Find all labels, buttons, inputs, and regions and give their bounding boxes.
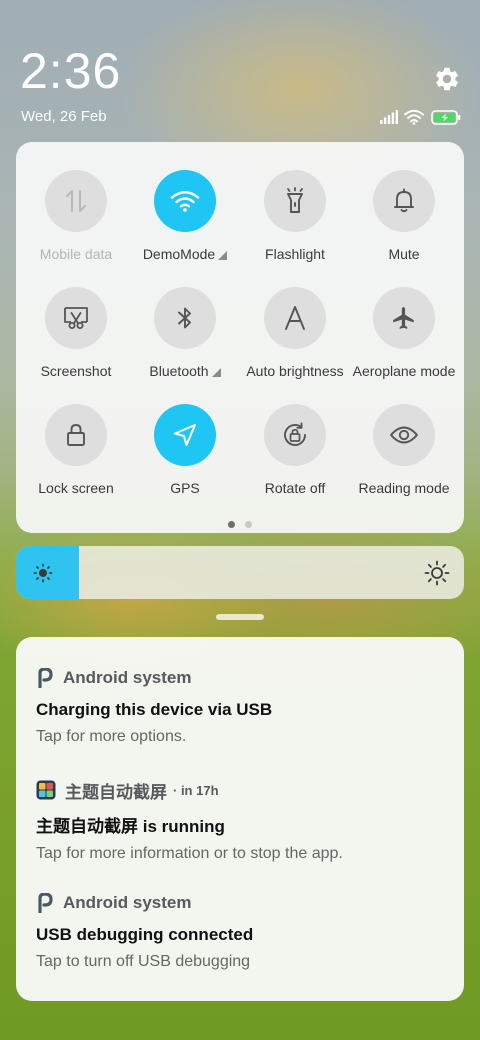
tile-toggle-button[interactable] bbox=[154, 170, 216, 232]
tile-label: Screenshot bbox=[41, 363, 112, 379]
notification-panel: Android system Charging this device via … bbox=[16, 637, 464, 1001]
tile-demomode[interactable]: DemoMode bbox=[129, 170, 241, 270]
tile-rotate-off[interactable]: Rotate off bbox=[239, 404, 351, 504]
tile-toggle-button[interactable] bbox=[45, 287, 107, 349]
signal-icon bbox=[380, 110, 398, 124]
android-system-icon bbox=[38, 893, 53, 913]
clock-date: Wed, 26 Feb bbox=[21, 108, 107, 125]
tile-label: Mute bbox=[388, 246, 419, 262]
clock-time: 2:36 bbox=[20, 43, 122, 99]
rotate-lock-icon bbox=[281, 421, 309, 449]
mobile-data-icon bbox=[65, 188, 87, 214]
tile-label-text: Aeroplane mode bbox=[352, 363, 456, 379]
notification-title: 主题自动截屏 is running bbox=[36, 817, 225, 836]
tile-lock-screen[interactable]: Lock screen bbox=[20, 404, 132, 504]
notification-title: USB debugging connected bbox=[36, 925, 254, 944]
drag-handle[interactable] bbox=[216, 614, 264, 620]
tile-label-text: Mute bbox=[388, 246, 420, 262]
notification-item[interactable]: Android system Charging this device via … bbox=[36, 667, 446, 746]
tile-label-text: Reading mode bbox=[358, 480, 450, 496]
expand-indicator-icon bbox=[218, 250, 228, 260]
tile-label: Flashlight bbox=[265, 246, 325, 262]
page-indicator-dot-1 bbox=[228, 521, 235, 528]
tile-label-text: Lock screen bbox=[38, 480, 114, 496]
tile-aeroplane-mode[interactable]: Aeroplane mode bbox=[348, 287, 460, 387]
bell-icon bbox=[392, 188, 416, 214]
tile-label-text: GPS bbox=[170, 480, 200, 496]
tile-label: DemoMode bbox=[142, 246, 228, 262]
bluetooth-icon bbox=[176, 305, 194, 331]
tile-auto-brightness[interactable]: Auto brightness bbox=[239, 287, 351, 387]
tile-toggle-button[interactable] bbox=[373, 287, 435, 349]
tile-mobile-data[interactable]: Mobile data bbox=[20, 170, 132, 270]
notification-title: Charging this device via USB bbox=[36, 700, 273, 719]
brightness-slider[interactable] bbox=[16, 546, 464, 599]
wifi-status-icon bbox=[404, 109, 424, 125]
notification-app-name: 主题自动截屏 bbox=[65, 782, 167, 802]
tile-label: Auto brightness bbox=[246, 363, 343, 379]
flashlight-icon bbox=[284, 187, 306, 215]
tile-label-text: Screenshot bbox=[40, 363, 112, 379]
theme-screenshot-app-icon bbox=[36, 780, 56, 800]
tile-label-text: Auto brightness bbox=[246, 363, 344, 379]
notification-app-name: Android system bbox=[63, 893, 192, 912]
tile-toggle-button[interactable] bbox=[264, 404, 326, 466]
page-indicator-dot-2 bbox=[245, 521, 252, 528]
tile-toggle-button[interactable] bbox=[264, 170, 326, 232]
battery-charging-icon bbox=[431, 110, 461, 125]
tile-label-text: Mobile data bbox=[39, 246, 113, 262]
lock-icon bbox=[65, 422, 87, 448]
eye-icon bbox=[389, 424, 419, 446]
notification-text: Tap to turn off USB debugging bbox=[36, 953, 251, 970]
android-system-icon bbox=[38, 668, 53, 688]
tile-toggle-button[interactable] bbox=[373, 404, 435, 466]
tile-toggle-button[interactable] bbox=[154, 287, 216, 349]
wifi-icon bbox=[170, 189, 200, 213]
location-icon bbox=[172, 422, 198, 448]
tile-reading-mode[interactable]: Reading mode bbox=[348, 404, 460, 504]
tile-label: Bluetooth bbox=[149, 363, 221, 379]
tile-mute[interactable]: Mute bbox=[348, 170, 460, 270]
notification-item[interactable]: 主题自动截屏 · in 17h 主题自动截屏 is running Tap fo… bbox=[36, 779, 446, 863]
notification-item[interactable]: Android system USB debugging connected T… bbox=[36, 892, 446, 971]
tile-label-text: Flashlight bbox=[265, 246, 325, 262]
tile-label-text: DemoMode bbox=[142, 246, 216, 262]
settings-gear-icon[interactable] bbox=[433, 65, 461, 93]
brightness-low-icon bbox=[33, 563, 53, 583]
tile-toggle-button[interactable] bbox=[45, 404, 107, 466]
tile-flashlight[interactable]: Flashlight bbox=[239, 170, 351, 270]
quick-settings-panel: Mobile data DemoMode Flashlight Mute Screens… bbox=[16, 142, 464, 533]
notification-text: Tap for more options. bbox=[36, 728, 187, 745]
tile-label-text: Bluetooth bbox=[149, 363, 209, 379]
tile-toggle-button[interactable] bbox=[154, 404, 216, 466]
auto-brightness-icon bbox=[283, 305, 307, 331]
expand-indicator-icon bbox=[211, 367, 221, 377]
tile-gps[interactable]: GPS bbox=[129, 404, 241, 504]
notification-text: Tap for more information or to stop the … bbox=[36, 845, 343, 862]
tile-screenshot[interactable]: Screenshot bbox=[20, 287, 132, 387]
brightness-high-icon bbox=[424, 560, 450, 586]
tile-bluetooth[interactable]: Bluetooth bbox=[129, 287, 241, 387]
tile-label: Rotate off bbox=[265, 480, 325, 496]
tile-label: Reading mode bbox=[358, 480, 449, 496]
tile-label: GPS bbox=[170, 480, 200, 496]
tile-toggle-button[interactable] bbox=[373, 170, 435, 232]
screenshot-icon bbox=[63, 305, 89, 331]
tile-toggle-button[interactable] bbox=[264, 287, 326, 349]
tile-toggle-button[interactable] bbox=[45, 170, 107, 232]
notification-time: · in 17h bbox=[173, 782, 219, 798]
airplane-icon bbox=[391, 305, 417, 331]
tile-label: Aeroplane mode bbox=[353, 363, 456, 379]
tile-label: Mobile data bbox=[40, 246, 112, 262]
tile-label-text: Rotate off bbox=[264, 480, 326, 496]
notification-app-name: Android system bbox=[63, 668, 192, 687]
tile-label: Lock screen bbox=[38, 480, 113, 496]
